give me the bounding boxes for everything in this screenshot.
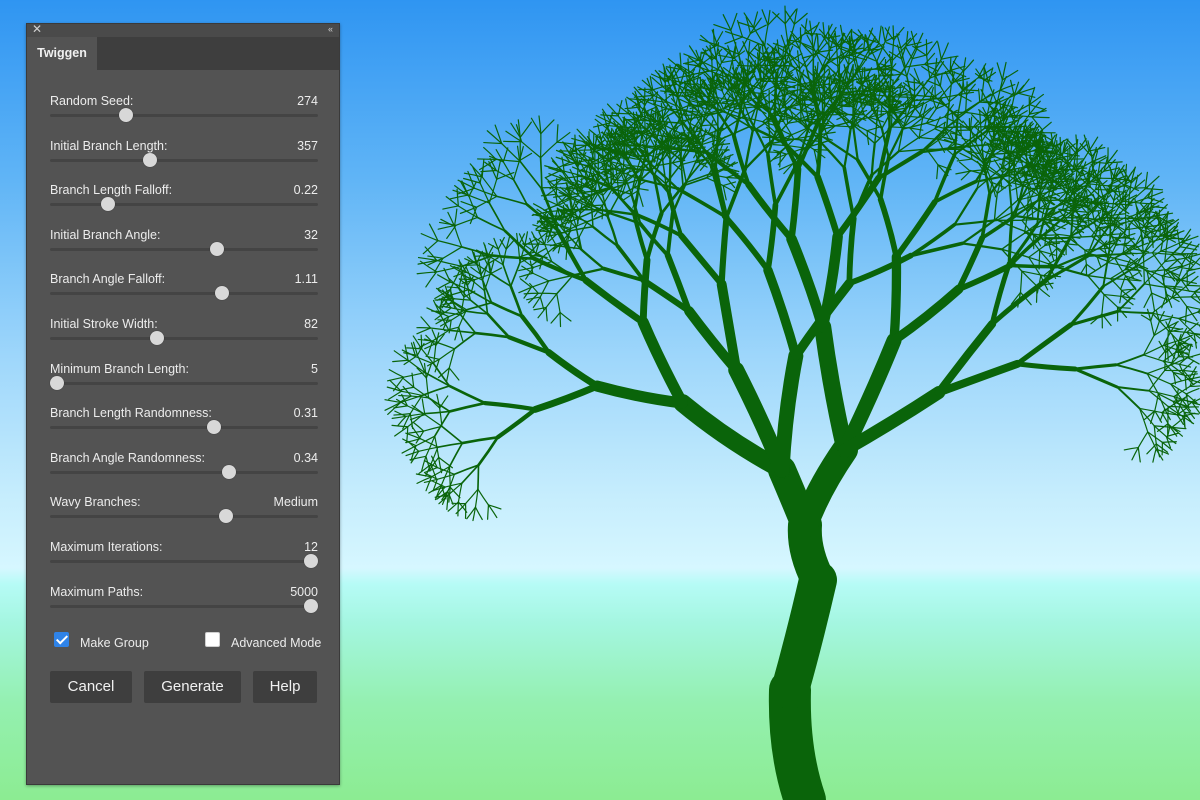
slider-value: 0.34 <box>293 450 318 465</box>
slider-track[interactable] <box>50 158 318 162</box>
slider-thumb[interactable] <box>118 108 133 122</box>
slider-track[interactable] <box>50 292 318 296</box>
slider-track[interactable] <box>50 426 318 430</box>
generate-button[interactable]: Generate <box>144 671 241 703</box>
advanced-mode-label: Advanced Mode <box>231 636 322 650</box>
slider-thumb[interactable] <box>207 420 222 435</box>
slider-thumb[interactable] <box>149 331 164 345</box>
slider-label: Branch Angle Randomness: <box>50 450 205 465</box>
slider-track[interactable] <box>50 203 318 207</box>
slider-row: Branch Length Falloff: 0.22 <box>50 183 318 213</box>
slider-thumb[interactable] <box>304 598 319 613</box>
slider-thumb[interactable] <box>49 375 64 390</box>
slider-value: 5000 <box>290 584 318 599</box>
close-icon[interactable]: ✕ <box>32 22 42 36</box>
slider-label: Branch Length Randomness: <box>50 406 212 421</box>
slider-row: Maximum Paths: 5000 <box>50 584 319 615</box>
slider-value: 357 <box>297 138 318 153</box>
slider-thumb[interactable] <box>215 286 230 301</box>
slider-row: Branch Length Randomness: 0.31 <box>50 406 318 436</box>
advanced-mode-checkbox[interactable]: Advanced Mode <box>205 632 322 652</box>
help-button[interactable]: Help <box>253 671 317 703</box>
slider-label: Maximum Iterations: <box>50 540 163 554</box>
slider-value: 1.11 <box>294 272 318 287</box>
slider-thumb[interactable] <box>304 554 319 568</box>
tree-branches <box>384 5 1200 800</box>
slider-value: 32 <box>304 227 318 242</box>
slider-row: Maximum Iterations: 12 <box>50 540 319 570</box>
slider-value: 0.22 <box>293 183 318 198</box>
tab-twiggen[interactable]: Twiggen <box>27 37 97 70</box>
slider-track[interactable] <box>50 247 318 251</box>
panel-titlebar: ✕ ‹‹ <box>27 22 339 37</box>
slider-track[interactable] <box>50 515 318 519</box>
slider-row: Wavy Branches: Medium <box>50 495 318 525</box>
slider-value: Medium <box>273 495 318 510</box>
slider-row: Initial Branch Length: 357 <box>50 139 318 169</box>
slider-track[interactable] <box>50 470 318 474</box>
slider-track[interactable] <box>50 114 318 117</box>
make-group-checkbox-box[interactable] <box>54 632 69 647</box>
slider-label: Initial Branch Angle: <box>50 227 161 242</box>
slider-row: Branch Angle Randomness: 0.34 <box>50 451 318 481</box>
slider-track[interactable] <box>50 337 318 340</box>
slider-value: 12 <box>304 540 318 554</box>
slider-row: Minimum Branch Length: 5 <box>49 361 318 392</box>
slider-row: Initial Branch Angle: 32 <box>50 228 318 258</box>
collapse-double-chevron-icon[interactable]: ‹‹ <box>328 23 333 36</box>
make-group-checkbox[interactable]: Make Group <box>54 632 164 652</box>
slider-row: Random Seed: 274 <box>50 94 318 124</box>
panel-tab-strip: Twiggen <box>27 37 339 70</box>
slider-row: Initial Stroke Width: 82 <box>50 317 318 347</box>
slider-value: 274 <box>297 94 318 108</box>
slider-label: Branch Length Falloff: <box>50 183 173 198</box>
slider-track[interactable] <box>50 604 318 608</box>
slider-label: Random Seed: <box>50 94 134 108</box>
slider-label: Initial Branch Length: <box>50 138 168 153</box>
slider-track[interactable] <box>50 381 318 385</box>
slider-label: Maximum Paths: <box>50 584 144 599</box>
slider-track[interactable] <box>50 560 318 563</box>
cancel-button[interactable]: Cancel <box>50 671 132 703</box>
slider-thumb[interactable] <box>100 197 115 212</box>
slider-label: Wavy Branches: <box>50 495 141 510</box>
slider-value: 0.31 <box>293 406 318 421</box>
slider-thumb[interactable] <box>219 509 234 524</box>
slider-thumb[interactable] <box>222 464 237 479</box>
slider-label: Minimum Branch Length: <box>50 361 189 376</box>
slider-label: Branch Angle Falloff: <box>50 272 166 287</box>
slider-row: Branch Angle Falloff: 1.11 <box>50 272 318 302</box>
slider-thumb[interactable] <box>142 152 157 167</box>
slider-value: 5 <box>311 361 318 376</box>
slider-thumb[interactable] <box>209 241 224 256</box>
twiggen-panel: ✕ ‹‹ Twiggen Random Seed: 274 Initial Bran… <box>26 22 340 785</box>
advanced-mode-checkbox-box[interactable] <box>205 632 220 647</box>
make-group-label: Make Group <box>80 636 149 650</box>
slider-value: 82 <box>304 317 318 331</box>
slider-label: Initial Stroke Width: <box>50 317 158 331</box>
